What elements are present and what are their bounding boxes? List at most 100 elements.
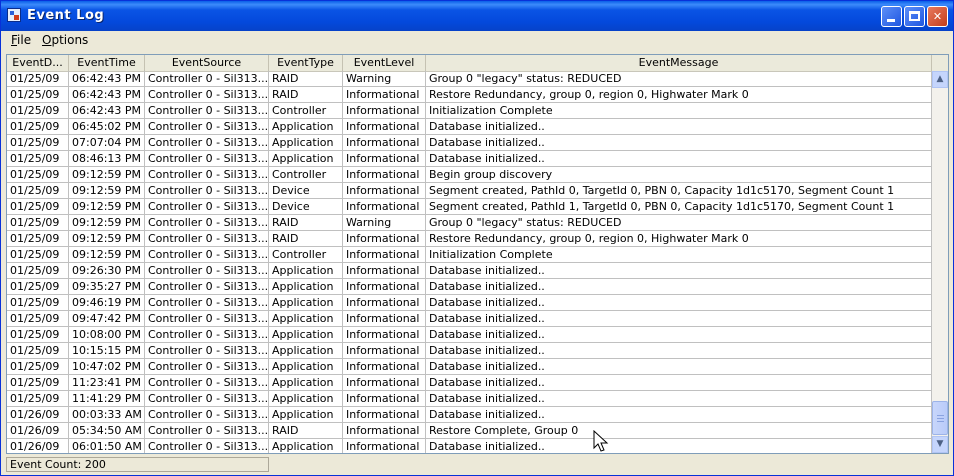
cell-date: 01/25/09 <box>7 295 69 310</box>
cell-message: Database initialized.. <box>426 263 932 278</box>
cell-level: Informational <box>343 183 426 198</box>
scroll-up-button[interactable]: ▲ <box>932 71 948 88</box>
cell-source: Controller 0 - Sil313... <box>145 183 269 198</box>
vertical-scrollbar[interactable]: ▲ ▼ <box>932 71 948 453</box>
cell-type: Device <box>269 183 343 198</box>
column-header-time[interactable]: EventTime <box>69 55 145 71</box>
cell-type: Application <box>269 327 343 342</box>
table-row[interactable]: 01/25/09 09:12:59 PM Controller 0 - Sil313… <box>7 215 932 231</box>
table-row[interactable]: 01/25/09 11:23:41 PM Controller 0 - Sil313… <box>7 375 932 391</box>
cell-type: Application <box>269 295 343 310</box>
column-header-message[interactable]: EventMessage <box>426 55 932 71</box>
cell-type: RAID <box>269 71 343 86</box>
cell-source: Controller 0 - Sil313... <box>145 135 269 150</box>
cell-type: Application <box>269 391 343 406</box>
minimize-button[interactable] <box>881 6 902 27</box>
event-rows: 01/25/09 06:42:43 PM Controller 0 - Sil313… <box>7 71 932 453</box>
table-row[interactable]: 01/25/09 06:42:43 PM Controller 0 - Sil313… <box>7 103 932 119</box>
cell-time: 10:47:02 PM <box>69 359 145 374</box>
table-row[interactable]: 01/25/09 08:46:13 PM Controller 0 - Sil313… <box>7 151 932 167</box>
cell-source: Controller 0 - Sil313... <box>145 71 269 86</box>
scroll-thumb[interactable] <box>932 401 948 435</box>
cell-level: Informational <box>343 231 426 246</box>
cell-time: 10:15:15 PM <box>69 343 145 358</box>
table-row[interactable]: 01/25/09 11:41:29 PM Controller 0 - Sil313… <box>7 391 932 407</box>
table-row[interactable]: 01/25/09 10:47:02 PM Controller 0 - Sil313… <box>7 359 932 375</box>
maximize-button[interactable] <box>904 6 925 27</box>
cell-level: Informational <box>343 279 426 294</box>
cell-message: Database initialized.. <box>426 135 932 150</box>
cell-message: Database initialized.. <box>426 391 932 406</box>
event-list[interactable]: EventD... EventTime EventSource EventType Ev… <box>6 54 949 454</box>
close-icon: ✕ <box>932 10 943 23</box>
title-bar[interactable]: Event Log ✕ <box>1 1 953 31</box>
cell-type: Application <box>269 119 343 134</box>
cell-source: Controller 0 - Sil313... <box>145 407 269 422</box>
cell-date: 01/25/09 <box>7 375 69 390</box>
cell-source: Controller 0 - Sil313... <box>145 87 269 102</box>
cell-message: Begin group discovery <box>426 167 932 182</box>
column-header-date[interactable]: EventD... <box>7 55 69 71</box>
table-row[interactable]: 01/26/09 06:01:50 AM Controller 0 - Sil313… <box>7 439 932 453</box>
cell-source: Controller 0 - Sil313... <box>145 263 269 278</box>
cell-time: 09:35:27 PM <box>69 279 145 294</box>
cell-type: Controller <box>269 103 343 118</box>
cell-source: Controller 0 - Sil313... <box>145 311 269 326</box>
cell-level: Informational <box>343 391 426 406</box>
cell-date: 01/25/09 <box>7 103 69 118</box>
cell-date: 01/25/09 <box>7 327 69 342</box>
table-row[interactable]: 01/25/09 09:35:27 PM Controller 0 - Sil313… <box>7 279 932 295</box>
cell-level: Informational <box>343 295 426 310</box>
cell-message: Group 0 "legacy" status: REDUCED <box>426 215 932 230</box>
table-row[interactable]: 01/25/09 09:47:42 PM Controller 0 - Sil313… <box>7 311 932 327</box>
menu-file[interactable]: File <box>11 33 31 47</box>
cell-source: Controller 0 - Sil313... <box>145 327 269 342</box>
table-row[interactable]: 01/25/09 09:12:59 PM Controller 0 - Sil313… <box>7 247 932 263</box>
cell-source: Controller 0 - Sil313... <box>145 231 269 246</box>
table-row[interactable]: 01/26/09 05:34:50 AM Controller 0 - Sil313… <box>7 423 932 439</box>
cell-type: Application <box>269 359 343 374</box>
cell-source: Controller 0 - Sil313... <box>145 199 269 214</box>
cell-level: Informational <box>343 199 426 214</box>
cell-time: 09:26:30 PM <box>69 263 145 278</box>
chevron-up-icon: ▲ <box>936 74 944 84</box>
menu-options[interactable]: Options <box>42 33 88 47</box>
cell-date: 01/25/09 <box>7 135 69 150</box>
column-header-source[interactable]: EventSource <box>145 55 269 71</box>
cell-source: Controller 0 - Sil313... <box>145 279 269 294</box>
table-row[interactable]: 01/25/09 09:12:59 PM Controller 0 - Sil313… <box>7 199 932 215</box>
table-row[interactable]: 01/25/09 06:45:02 PM Controller 0 - Sil313… <box>7 119 932 135</box>
table-row[interactable]: 01/25/09 10:15:15 PM Controller 0 - Sil313… <box>7 343 932 359</box>
close-button[interactable]: ✕ <box>927 6 948 27</box>
table-row[interactable]: 01/25/09 06:42:43 PM Controller 0 - Sil313… <box>7 71 932 87</box>
table-row[interactable]: 01/25/09 06:42:43 PM Controller 0 - Sil313… <box>7 87 932 103</box>
app-icon[interactable] <box>7 8 21 22</box>
cell-date: 01/25/09 <box>7 279 69 294</box>
table-row[interactable]: 01/25/09 10:08:00 PM Controller 0 - Sil313… <box>7 327 932 343</box>
table-row[interactable]: 01/25/09 09:26:30 PM Controller 0 - Sil313… <box>7 263 932 279</box>
cell-date: 01/25/09 <box>7 183 69 198</box>
cell-source: Controller 0 - Sil313... <box>145 375 269 390</box>
table-row[interactable]: 01/26/09 00:03:33 AM Controller 0 - Sil313… <box>7 407 932 423</box>
table-row[interactable]: 01/25/09 09:12:59 PM Controller 0 - Sil313… <box>7 167 932 183</box>
cell-source: Controller 0 - Sil313... <box>145 359 269 374</box>
table-row[interactable]: 01/25/09 09:46:19 PM Controller 0 - Sil313… <box>7 295 932 311</box>
cell-time: 07:07:04 PM <box>69 135 145 150</box>
cell-type: Application <box>269 311 343 326</box>
cell-time: 05:34:50 AM <box>69 423 145 438</box>
scroll-down-button[interactable]: ▼ <box>932 436 948 453</box>
table-row[interactable]: 01/25/09 07:07:04 PM Controller 0 - Sil313… <box>7 135 932 151</box>
column-header-level[interactable]: EventLevel <box>343 55 426 71</box>
table-row[interactable]: 01/25/09 09:12:59 PM Controller 0 - Sil313… <box>7 231 932 247</box>
column-header-type[interactable]: EventType <box>269 55 343 71</box>
cell-time: 09:46:19 PM <box>69 295 145 310</box>
cell-source: Controller 0 - Sil313... <box>145 343 269 358</box>
cell-type: RAID <box>269 423 343 438</box>
table-row[interactable]: 01/25/09 09:12:59 PM Controller 0 - Sil313… <box>7 183 932 199</box>
cell-message: Database initialized.. <box>426 151 932 166</box>
cell-level: Informational <box>343 311 426 326</box>
cell-type: Controller <box>269 247 343 262</box>
cell-message: Restore Redundancy, group 0, region 0, H… <box>426 87 932 102</box>
cell-level: Warning <box>343 215 426 230</box>
cell-level: Informational <box>343 407 426 422</box>
